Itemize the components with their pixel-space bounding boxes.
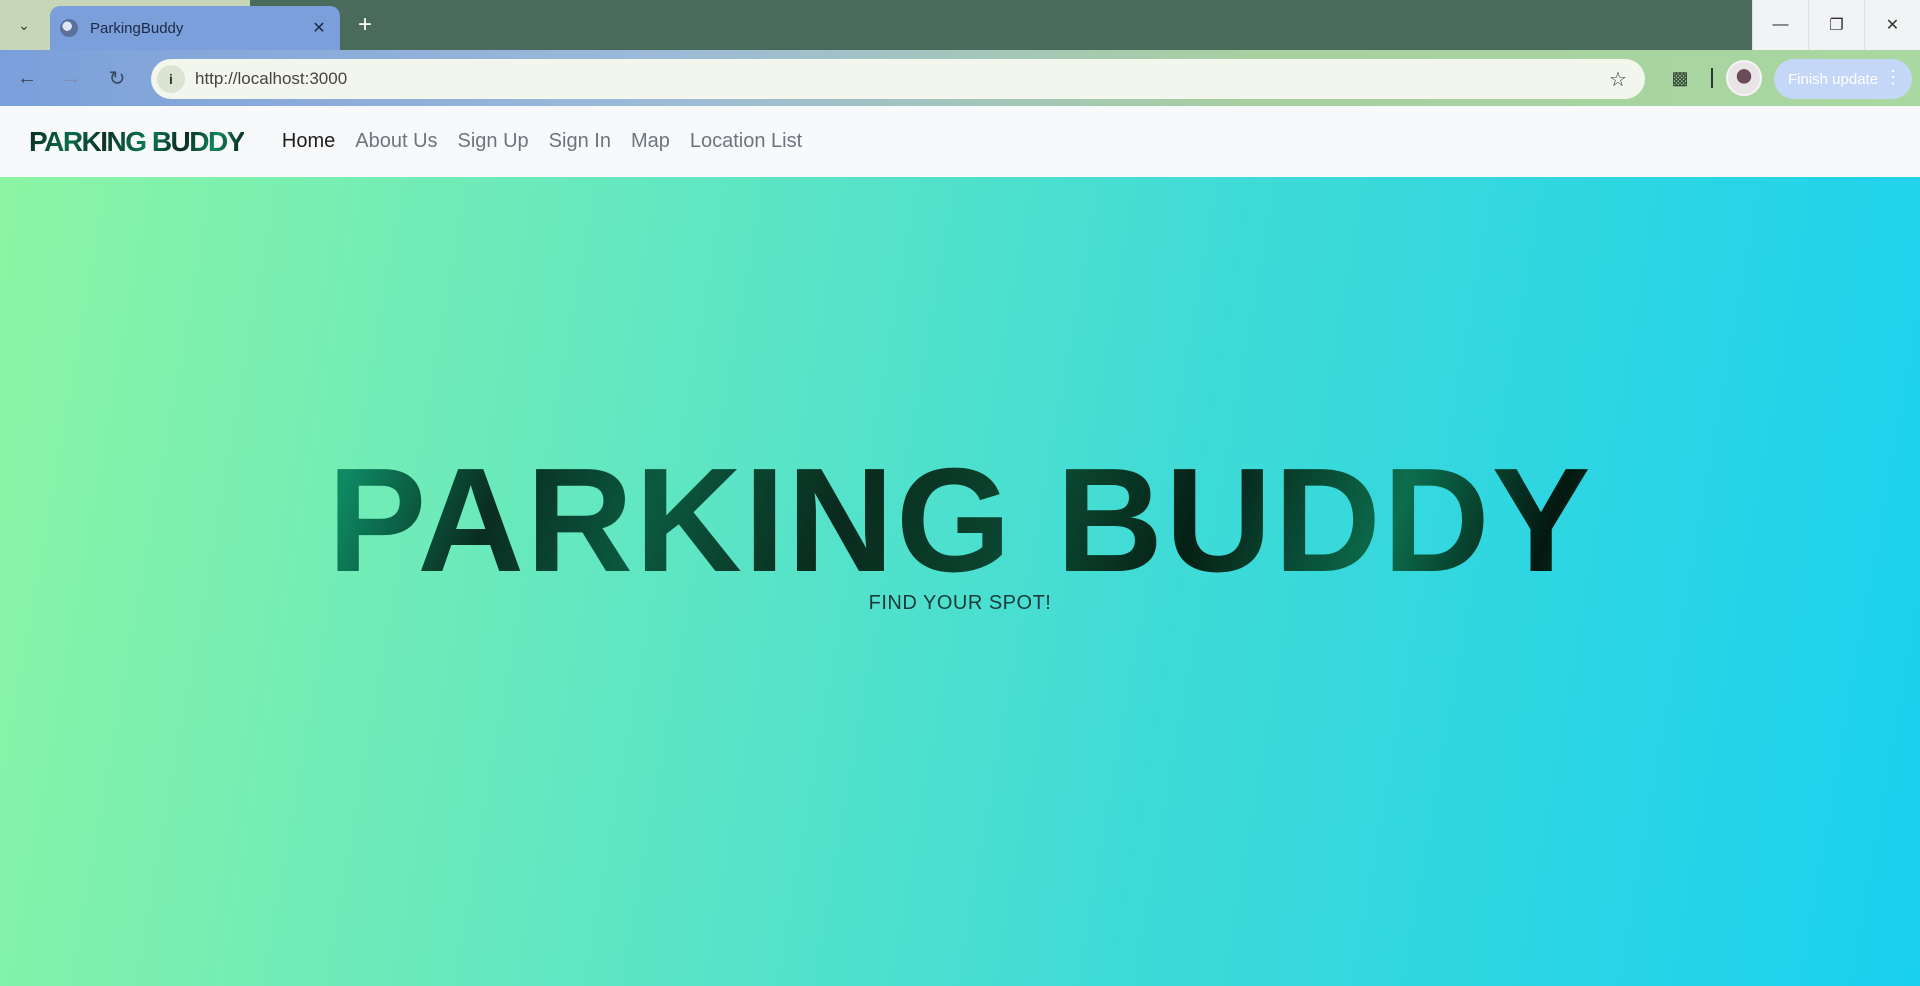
tab-title: ParkingBuddy [90, 19, 184, 37]
nav-link-about-us[interactable]: About Us [355, 130, 437, 153]
browser-toolbar: ← → ↻ i http://localhost:3000 ☆ ▩ Finish… [0, 50, 1920, 106]
profile-avatar[interactable] [1726, 60, 1762, 96]
nav-link-sign-in[interactable]: Sign In [549, 130, 611, 153]
hero-section: PARKING BUDDY FIND YOUR SPOT! [0, 177, 1920, 986]
bookmark-star-icon[interactable]: ☆ [1603, 64, 1633, 94]
nav-link-map[interactable]: Map [631, 130, 670, 153]
site-info-icon[interactable]: i [157, 65, 185, 93]
tab-search-chevron-icon[interactable]: ⌄ [6, 8, 42, 42]
address-bar[interactable]: i http://localhost:3000 ☆ [151, 59, 1645, 99]
url-text[interactable]: http://localhost:3000 [195, 69, 1603, 89]
window-controls: — ❐ ✕ [1752, 0, 1920, 50]
forward-arrow-icon[interactable]: → [56, 63, 86, 93]
close-tab-icon[interactable]: ✕ [308, 17, 330, 39]
hero-title: PARKING BUDDY [0, 447, 1920, 595]
site-navbar: PARKING BUDDY Home About Us Sign Up Sign… [0, 106, 1920, 177]
browser-tabstrip: ⌄ ParkingBuddy ✕ + — ❐ ✕ [0, 0, 1920, 50]
hero-subtitle: FIND YOUR SPOT! [868, 592, 1052, 614]
extensions-puzzle-icon[interactable]: ▩ [1665, 63, 1695, 93]
back-arrow-icon[interactable]: ← [12, 63, 42, 93]
new-tab-plus-icon[interactable]: + [350, 10, 380, 40]
brand-logo[interactable]: PARKING BUDDY [29, 126, 245, 158]
finish-update-label: Finish update [1788, 70, 1879, 88]
nav-link-sign-up[interactable]: Sign Up [458, 130, 529, 153]
minimize-icon[interactable]: — [1752, 0, 1808, 50]
close-window-icon[interactable]: ✕ [1864, 0, 1920, 50]
toolbar-divider [1711, 68, 1713, 88]
reload-icon[interactable]: ↻ [102, 63, 132, 93]
nav-link-home[interactable]: Home [282, 130, 335, 153]
nav-link-location-list[interactable]: Location List [690, 130, 802, 153]
restore-icon[interactable]: ❐ [1808, 0, 1864, 50]
browser-tab-active[interactable]: ParkingBuddy ✕ [50, 6, 340, 50]
finish-update-button[interactable]: Finish update ⋮ [1774, 59, 1912, 99]
page-viewport: PARKING BUDDY Home About Us Sign Up Sign… [0, 106, 1920, 986]
more-menu-icon[interactable]: ⋮ [1884, 67, 1902, 88]
globe-icon [60, 19, 78, 37]
